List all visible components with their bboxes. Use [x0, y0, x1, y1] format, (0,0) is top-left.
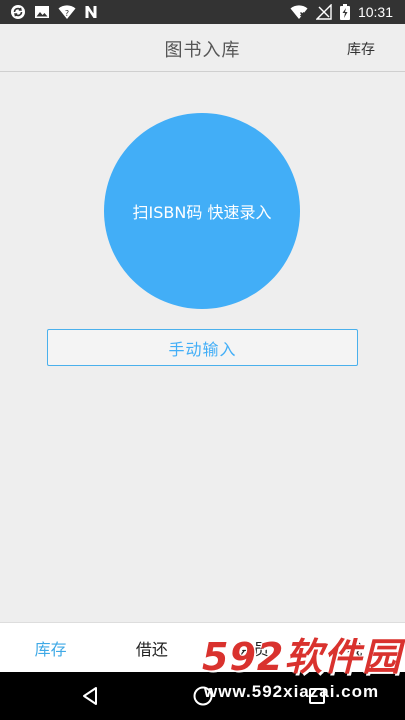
status-right-icons: 10:31	[290, 0, 393, 24]
recents-icon[interactable]	[305, 684, 329, 708]
status-left-icons: ?	[10, 4, 98, 20]
status-time: 10:31	[357, 4, 393, 20]
app-bar: 图书入库 库存	[0, 24, 405, 72]
image-icon	[34, 4, 50, 20]
n-icon	[84, 4, 98, 20]
status-bar: ? 10:31	[0, 0, 405, 24]
nav-item-members[interactable]: 会员	[203, 623, 304, 673]
bottom-nav: 库存 借还 会员 我	[0, 622, 405, 673]
sync-icon	[10, 4, 26, 20]
manual-input-button[interactable]: 手动输入	[47, 329, 358, 366]
home-icon[interactable]	[191, 684, 215, 708]
nav-item-borrow-return[interactable]: 借还	[101, 623, 202, 673]
screen: ? 10:31 图书入库 库存 扫ISBN码 快速录入 手动输入 库存 借还 会…	[0, 0, 405, 720]
scan-isbn-label: 扫ISBN码 快速录入	[132, 203, 272, 222]
back-icon[interactable]	[78, 684, 102, 708]
scan-isbn-button[interactable]: 扫ISBN码 快速录入	[104, 113, 300, 309]
page-title: 图书入库	[164, 40, 241, 61]
inventory-action-button[interactable]: 库存	[347, 39, 375, 59]
wifi-x-icon	[290, 4, 308, 20]
nav-item-inventory[interactable]: 库存	[0, 623, 101, 673]
nav-item-me[interactable]: 我	[304, 623, 405, 673]
system-nav-bar	[0, 672, 405, 720]
manual-input-label: 手动输入	[168, 339, 237, 359]
signal-off-icon	[315, 4, 332, 20]
battery-charging-icon	[339, 4, 350, 20]
svg-text:?: ?	[65, 9, 69, 18]
wifi-unknown-icon: ?	[58, 4, 76, 20]
